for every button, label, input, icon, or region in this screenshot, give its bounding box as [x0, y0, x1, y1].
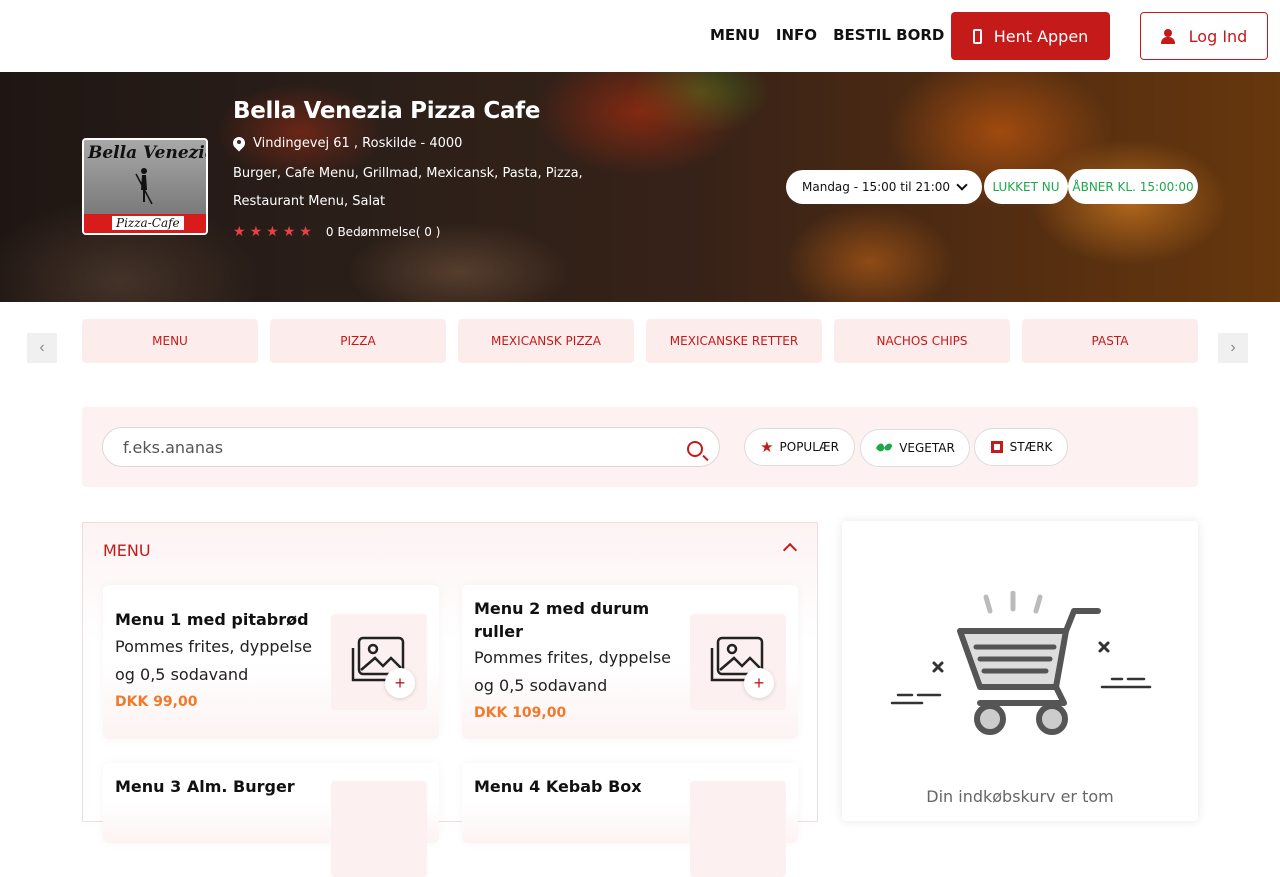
add-to-cart-button[interactable]: +: [744, 668, 774, 698]
menu-item-image: +: [331, 614, 427, 710]
star-icon: ★: [282, 224, 296, 240]
search-icon[interactable]: [687, 441, 703, 457]
menu-item-card[interactable]: Menu 1 med pitabrød Pommes frites, dyppe…: [103, 585, 439, 739]
category-tab-pizza[interactable]: PIZZA: [270, 319, 446, 363]
rating-row: ★ ★ ★ ★ ★ 0 Bedømmelse( 0 ): [233, 224, 593, 240]
phone-icon: [972, 28, 982, 44]
menu-item-image: +: [690, 614, 786, 710]
category-tab-menu[interactable]: MENU: [82, 319, 258, 363]
menu-item-card[interactable]: Menu 4 Kebab Box: [462, 763, 798, 877]
star-icon: ★: [760, 438, 774, 456]
restaurant-info: Bella Venezia Pizza Cafe Vindingevej 61 …: [233, 98, 593, 240]
menu-item-title: Menu 3 Alm. Burger: [115, 777, 295, 796]
rating-label[interactable]: Bedømmelse( 0 ): [337, 225, 440, 239]
category-tab-nachos-chips[interactable]: NACHOS CHIPS: [834, 319, 1010, 363]
menu-item-card[interactable]: Menu 3 Alm. Burger: [103, 763, 439, 877]
menu-item-description: Pommes frites, dyppelse og 0,5 sodavand: [115, 637, 312, 684]
leaf-icon: [876, 443, 893, 452]
opening-hours-value: Mandag - 15:00 til 21:00: [802, 180, 951, 194]
top-navbar: MENU INFO BESTIL BORD Hent Appen Log Ind: [0, 0, 1280, 72]
filter-spicy-button[interactable]: STÆRK: [974, 428, 1068, 466]
empty-cart-text: Din indkøbskurv er tom: [926, 787, 1114, 806]
category-prev-arrow[interactable]: ‹: [27, 333, 57, 363]
restaurant-name: Bella Venezia Pizza Cafe: [233, 98, 541, 124]
menu-item-title: Menu 1 med pitabrød: [115, 610, 309, 629]
star-icon: ★: [233, 224, 246, 240]
nav-link-menu[interactable]: MENU: [710, 26, 760, 44]
nav-link-bestil-bord[interactable]: BESTIL BORD: [833, 26, 944, 44]
rating-count: 0: [325, 225, 334, 239]
menu-item-card[interactable]: Menu 2 med durum ruller Pommes frites, d…: [462, 585, 798, 739]
category-tab-mexicansk-pizza[interactable]: MEXICANSK PIZZA: [458, 319, 634, 363]
restaurant-logo: Bella Venezia Pizza-Cafe: [82, 138, 208, 235]
filter-spicy-label: STÆRK: [1009, 440, 1053, 454]
menu-item-title: Menu 2 med durum ruller: [474, 599, 650, 641]
star-icon: ★: [299, 224, 312, 240]
search-bar-area: ★ POPULÆR VEGETAR STÆRK: [82, 407, 1198, 487]
location-pin-icon: [233, 137, 245, 151]
add-to-cart-button[interactable]: +: [385, 668, 415, 698]
menu-item-image: [690, 781, 786, 877]
opens-at-badge: ÅBNER KL. 15:00:00: [1068, 169, 1198, 204]
star-icon: ★: [266, 224, 279, 240]
menu-item-price: DKK 109,00: [474, 705, 567, 721]
menu-section: MENU Menu 1 med pitabrød Pommes frites, …: [82, 522, 818, 877]
login-label: Log Ind: [1188, 26, 1248, 46]
empty-cart-icon: [890, 591, 1152, 735]
filter-popular-label: POPULÆR: [779, 440, 839, 454]
logo-cafe-text: Pizza-Cafe: [112, 216, 184, 230]
category-tab-pasta[interactable]: PASTA: [1022, 319, 1198, 363]
nav-links: MENU INFO BESTIL BORD: [710, 26, 944, 44]
login-button[interactable]: Log Ind: [1140, 12, 1268, 60]
menu-item-price: DKK 99,00: [115, 694, 198, 710]
filter-vegetarian-button[interactable]: VEGETAR: [860, 429, 970, 467]
menu-item-title: Menu 4 Kebab Box: [474, 777, 642, 796]
nav-link-info[interactable]: INFO: [776, 26, 817, 44]
star-icon: ★: [249, 224, 263, 240]
address-row: Vindingevej 61 , Roskilde - 4000: [233, 136, 593, 151]
cuisine-list: Burger, Cafe Menu, Grillmad, Mexicansk, …: [233, 166, 583, 209]
hero-banner: Bella Venezia Pizza-Cafe Bella Venezia P…: [0, 72, 1280, 302]
category-next-arrow[interactable]: ›: [1218, 333, 1248, 363]
menu-item-description: Pommes frites, dyppelse og 0,5 sodavand: [474, 648, 671, 695]
chevron-up-icon[interactable]: [782, 542, 798, 558]
menu-section-title[interactable]: MENU: [103, 541, 151, 560]
category-tab-mexicanske-retter[interactable]: MEXICANSKE RETTER: [646, 319, 822, 363]
closed-now-badge: LUKKET NU: [984, 169, 1068, 204]
menu-item-image: [331, 781, 427, 877]
opening-hours-select[interactable]: Mandag - 15:00 til 21:00: [786, 170, 982, 204]
user-icon: [1160, 28, 1175, 44]
filter-vegetarian-label: VEGETAR: [899, 441, 955, 455]
get-app-label: Hent Appen: [993, 26, 1089, 46]
gondolier-icon: [135, 168, 153, 205]
logo-script-text: Bella Venezia: [88, 143, 208, 163]
shopping-cart-panel: Din indkøbskurv er tom: [842, 521, 1198, 821]
chili-icon: [990, 441, 1003, 453]
filter-popular-button[interactable]: ★ POPULÆR: [744, 428, 855, 466]
search-input[interactable]: [102, 427, 720, 467]
chevron-down-icon: [956, 179, 968, 191]
address-text: Vindingevej 61 , Roskilde - 4000: [253, 136, 463, 151]
get-app-button[interactable]: Hent Appen: [951, 12, 1110, 60]
